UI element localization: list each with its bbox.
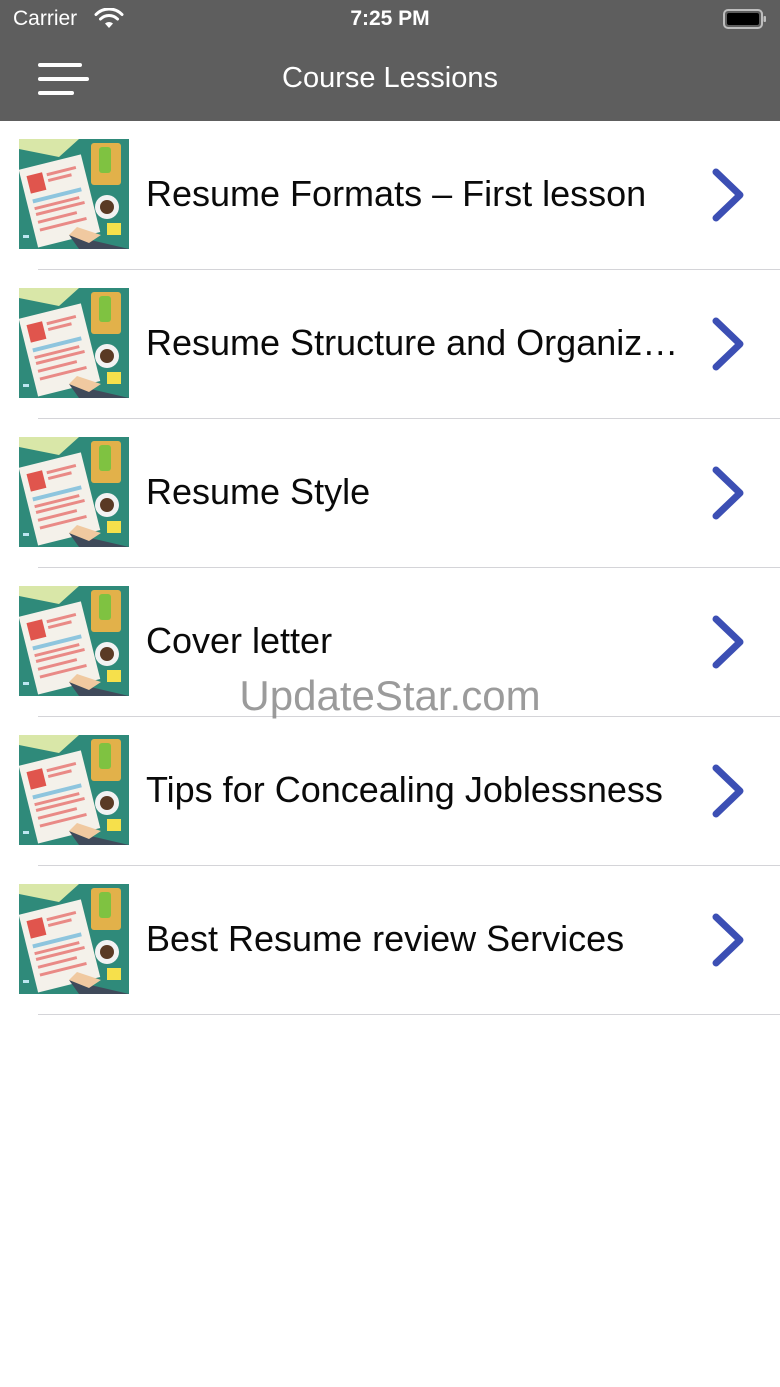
watermark: UpdateStar.com: [239, 672, 541, 719]
lesson-title: Cover letter: [146, 620, 333, 661]
chevron-right-icon: [712, 764, 744, 818]
navigation-bar: Course Lessions: [0, 40, 780, 121]
lesson-row-1[interactable]: Resume Formats – First lesson: [0, 121, 780, 270]
lesson-title: Resume Structure and Organization: [146, 322, 691, 363]
resume-thumbnail-icon: [19, 139, 129, 249]
battery-icon: [723, 9, 766, 29]
lesson-row-2[interactable]: Resume Structure and Organization: [0, 270, 780, 419]
chevron-right-icon: [712, 466, 744, 520]
lesson-title: Resume Style: [146, 471, 371, 512]
lesson-title: Resume Formats – First lesson: [146, 173, 647, 214]
status-time: 7:25 PM: [350, 7, 430, 30]
lesson-row-5[interactable]: Tips for Concealing Joblessness: [0, 717, 780, 866]
chevron-right-icon: [712, 168, 744, 222]
row-separator: [38, 1014, 780, 1015]
status-bar: Carrier 7:25 PM: [0, 0, 780, 40]
lesson-title: Best Resume review Services: [146, 918, 625, 959]
chevron-right-icon: [712, 913, 744, 967]
top-bar: Carrier 7:25 PM Course Lessions: [0, 0, 780, 121]
lesson-row-6[interactable]: Best Resume review Services: [0, 866, 780, 1015]
resume-thumbnail-icon: [19, 735, 129, 845]
lesson-row-3[interactable]: Resume Style: [0, 419, 780, 568]
chevron-right-icon: [712, 317, 744, 371]
page-title: Course Lessions: [282, 62, 498, 94]
lesson-title: Tips for Concealing Joblessness: [146, 769, 663, 810]
resume-thumbnail-icon: [19, 884, 129, 994]
resume-thumbnail-icon: [19, 288, 129, 398]
resume-thumbnail-icon: [19, 437, 129, 547]
chevron-right-icon: [712, 615, 744, 669]
lesson-list: Resume Formats – First lesson Resume Str…: [0, 121, 780, 1015]
